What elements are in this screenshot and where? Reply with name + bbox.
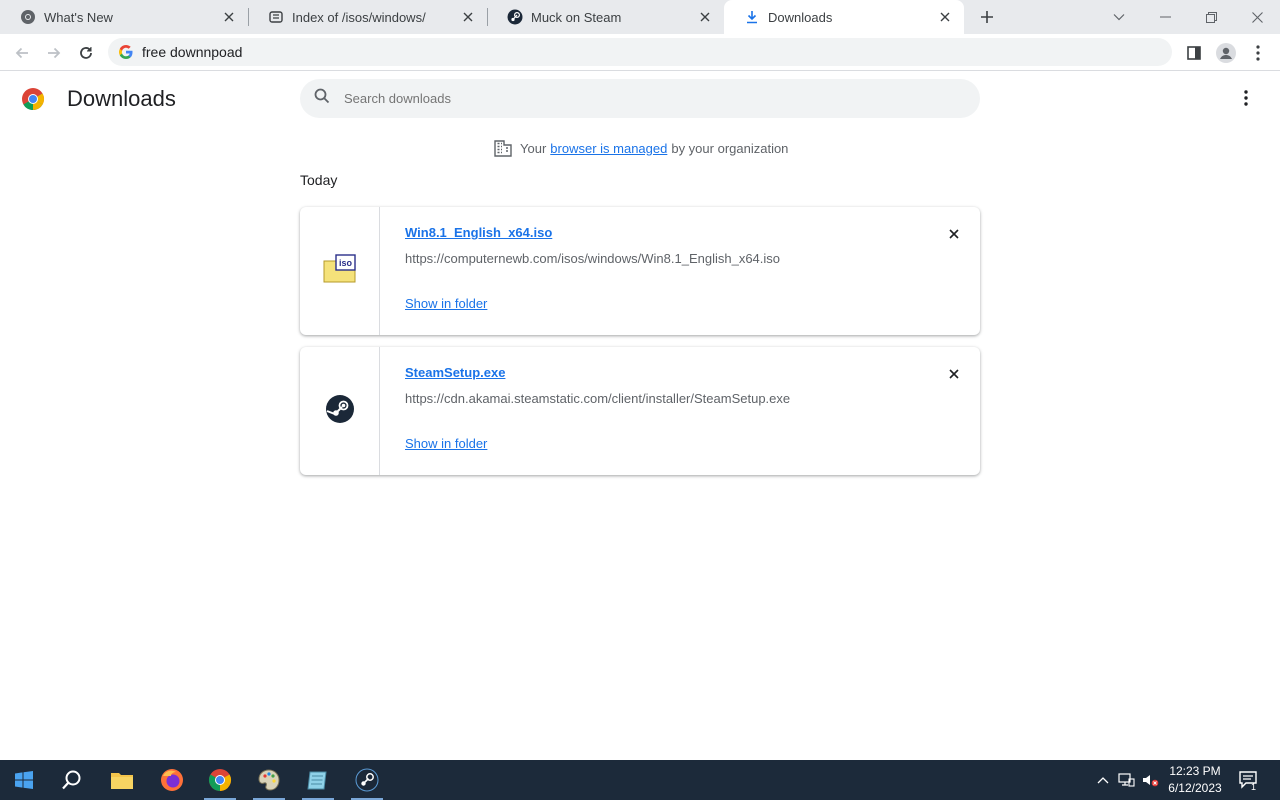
clock-date: 6/12/2023 [1168, 781, 1222, 795]
download-source-url: https://cdn.akamai.steamstatic.com/clien… [405, 391, 791, 406]
side-panel-button[interactable] [1182, 41, 1206, 65]
download-item: iso Win8.1_English_x64.iso https://compu… [300, 207, 980, 335]
restore-button[interactable] [1188, 0, 1234, 34]
close-icon [949, 229, 959, 239]
chrome-icon [209, 769, 231, 791]
search-icon [314, 88, 330, 109]
steam-icon [325, 394, 354, 428]
network-button[interactable] [1116, 760, 1136, 800]
windows-taskbar: 12:23 PM 6/12/2023 1 [0, 760, 1280, 800]
tab-muck-on-steam[interactable]: Muck on Steam [487, 0, 724, 34]
managed-notice: Your browser is managed by your organiza… [494, 139, 788, 157]
steam-taskbar-button[interactable] [343, 760, 391, 800]
notepad-button[interactable] [294, 760, 342, 800]
browser-menu-button[interactable] [1246, 41, 1270, 65]
firefox-icon [161, 769, 183, 791]
svg-text:iso: iso [338, 258, 352, 268]
notification-count: 1 [1251, 782, 1257, 792]
reload-button[interactable] [74, 41, 98, 65]
file-explorer-button[interactable] [98, 760, 146, 800]
tab-whats-new[interactable]: What's New [0, 0, 248, 34]
start-button[interactable] [0, 760, 48, 800]
clock-time: 12:23 PM [1169, 764, 1221, 778]
search-icon [62, 770, 81, 790]
download-icon [744, 9, 760, 25]
chrome-logo-icon [21, 87, 45, 111]
firefox-button[interactable] [148, 760, 196, 800]
section-heading-today: Today [300, 172, 338, 188]
minimize-button[interactable] [1142, 0, 1188, 34]
tab-index-isos[interactable]: Index of /isos/windows/ [248, 0, 487, 34]
file-icon-column [300, 347, 380, 475]
volume-button[interactable] [1140, 760, 1160, 800]
google-icon [118, 44, 134, 60]
downloads-menu-button[interactable] [1236, 88, 1256, 108]
action-center-button[interactable]: 1 [1236, 760, 1262, 800]
paint-button[interactable] [245, 760, 293, 800]
remove-download-button[interactable] [944, 364, 964, 384]
chrome-icon [20, 9, 36, 25]
download-source-url: https://computernewb.com/isos/windows/Wi… [405, 251, 781, 266]
new-tab-button[interactable] [976, 6, 998, 28]
close-icon[interactable] [459, 8, 477, 26]
tab-strip: What's New Index of /isos/windows/ Muck … [0, 0, 1280, 34]
managed-prefix: Your [520, 140, 547, 156]
tab-title: Index of /isos/windows/ [292, 9, 426, 25]
back-button[interactable] [10, 41, 34, 65]
close-icon[interactable] [936, 8, 954, 26]
show-in-folder-link[interactable]: Show in folder [405, 296, 487, 311]
page-title: Downloads [67, 86, 176, 111]
address-bar[interactable] [108, 38, 1172, 66]
windows-icon [15, 771, 33, 789]
system-clock[interactable]: 12:23 PM 6/12/2023 [1162, 763, 1228, 797]
profile-button[interactable] [1214, 41, 1238, 65]
iso-file-icon: iso [323, 253, 357, 289]
show-in-folder-link[interactable]: Show in folder [405, 436, 487, 451]
tab-search-button[interactable] [1096, 0, 1142, 34]
server-icon [268, 9, 284, 25]
chrome-taskbar-button[interactable] [196, 760, 244, 800]
forward-button[interactable] [42, 41, 66, 65]
tab-downloads[interactable]: Downloads [724, 0, 964, 34]
tab-title: Muck on Steam [531, 9, 622, 25]
managed-suffix: by your organization [671, 140, 789, 156]
close-window-button[interactable] [1234, 0, 1280, 34]
browser-toolbar [0, 34, 1280, 71]
download-file-link[interactable]: Win8.1_English_x64.iso [405, 225, 552, 240]
paint-palette-icon [258, 769, 280, 791]
notepad-icon [307, 771, 327, 790]
browser-managed-link[interactable]: browser is managed [550, 141, 667, 156]
volume-muted-icon [1143, 775, 1159, 787]
download-file-link[interactable]: SteamSetup.exe [405, 365, 505, 380]
file-icon-column: iso [300, 207, 380, 335]
steam-icon [507, 9, 523, 25]
folder-icon [111, 773, 133, 789]
close-icon[interactable] [220, 8, 238, 26]
tab-title: What's New [44, 9, 113, 25]
search-button[interactable] [48, 760, 96, 800]
download-item: SteamSetup.exe https://cdn.akamai.steams… [300, 347, 980, 475]
building-icon [494, 139, 512, 157]
remove-download-button[interactable] [944, 224, 964, 244]
search-downloads-box[interactable] [300, 79, 980, 118]
close-icon[interactable] [696, 8, 714, 26]
network-icon [1118, 773, 1135, 787]
address-input[interactable] [142, 44, 1042, 60]
search-input[interactable] [344, 91, 944, 106]
steam-icon [355, 768, 379, 792]
tab-title: Downloads [768, 9, 833, 25]
chevron-up-icon [1097, 777, 1109, 784]
show-hidden-icons-button[interactable] [1094, 760, 1112, 800]
close-icon [949, 369, 959, 379]
